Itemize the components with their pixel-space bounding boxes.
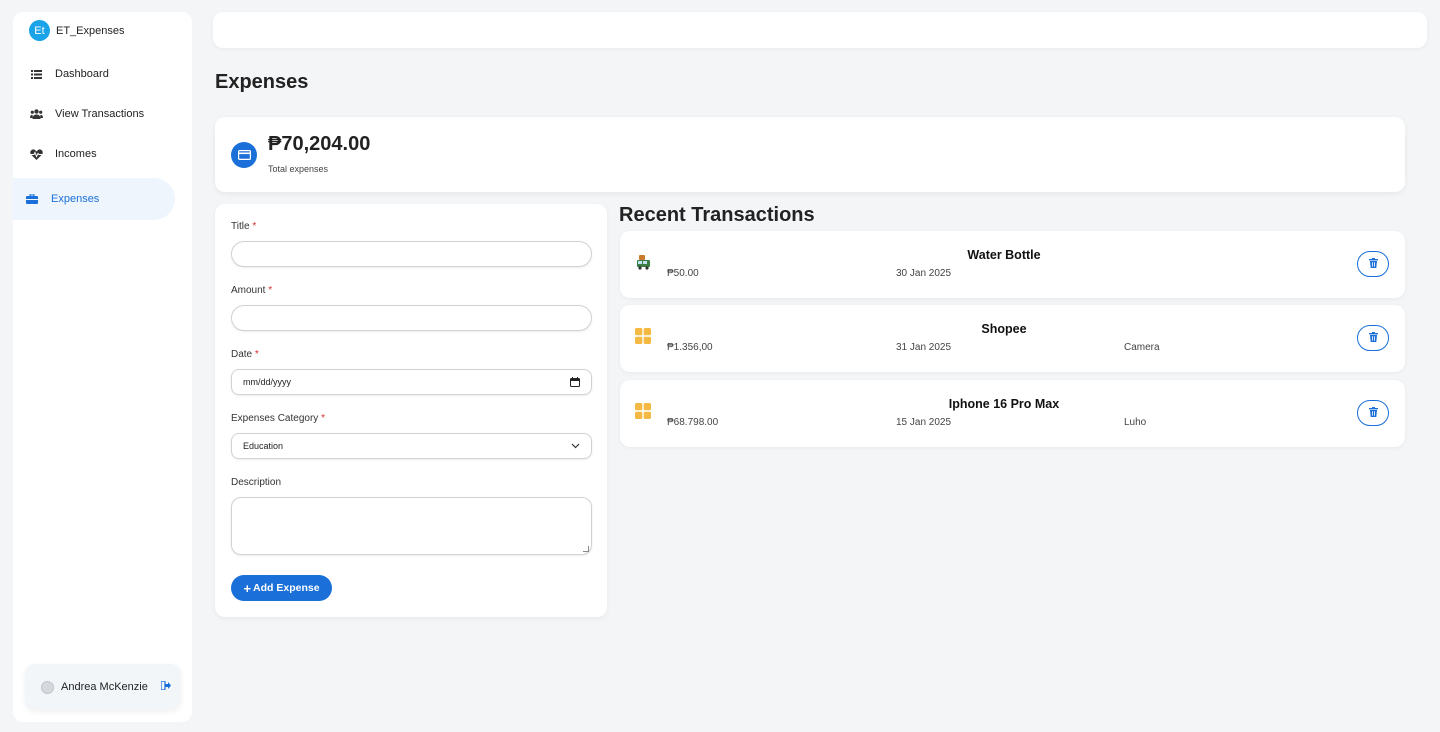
- transaction-title: Shopee: [981, 322, 1027, 336]
- briefcase-icon: [25, 192, 39, 206]
- add-expense-label: Add Expense: [253, 582, 320, 594]
- category-label-text: Expenses Category: [231, 413, 319, 424]
- transaction-title: Water Bottle: [967, 248, 1041, 262]
- heartbeat-icon: [29, 147, 43, 161]
- required-mark: *: [252, 221, 257, 232]
- sidebar-item-incomes[interactable]: Incomes: [13, 133, 175, 175]
- required-mark: *: [254, 349, 259, 360]
- transaction-date: 31 Jan 2025: [896, 342, 952, 353]
- logout-icon[interactable]: [160, 680, 171, 693]
- trash-icon: [1368, 255, 1378, 273]
- sidebar-item-label: Incomes: [55, 148, 97, 160]
- transaction-item: Iphone 16 Pro Max ₱68.798.00 15 Jan 2025…: [620, 380, 1405, 447]
- transaction-description: Luho: [1124, 417, 1147, 428]
- description-textarea[interactable]: [231, 497, 592, 555]
- list-icon: [29, 67, 43, 81]
- title-label-text: Title: [231, 221, 250, 232]
- add-expense-form: Title * Amount * Date * mm/dd/yyyy Expen…: [215, 204, 607, 617]
- required-mark: *: [268, 285, 273, 296]
- chevron-down-icon: [571, 443, 580, 449]
- total-expenses-amount: ₱70,204.00: [268, 133, 371, 155]
- title-input[interactable]: [231, 241, 592, 267]
- transaction-date: 15 Jan 2025: [896, 417, 952, 428]
- user-name: Andrea McKenzie: [61, 681, 148, 693]
- date-label-text: Date: [231, 349, 253, 360]
- delete-button[interactable]: [1357, 325, 1389, 351]
- transaction-item: Shopee ₱1.356,00 31 Jan 2025 Camera: [620, 305, 1405, 372]
- delete-button[interactable]: [1357, 251, 1389, 277]
- page-title: Expenses: [215, 71, 309, 93]
- recent-transactions-title: Recent Transactions: [619, 204, 815, 226]
- category-label: Expenses Category *: [231, 413, 325, 424]
- calendar-icon[interactable]: [570, 377, 580, 387]
- description-label: Description: [231, 477, 282, 488]
- sidebar-item-label: Expenses: [51, 193, 100, 205]
- users-icon: [29, 107, 43, 121]
- brand-name: ET_Expenses: [56, 24, 125, 37]
- transaction-title: Iphone 16 Pro Max: [948, 397, 1060, 411]
- date-placeholder: mm/dd/yyyy: [243, 377, 292, 387]
- trash-icon: [1368, 404, 1378, 422]
- credit-card-icon: [231, 142, 257, 168]
- category-select[interactable]: Education: [231, 433, 592, 459]
- transaction-item: Water Bottle ₱50.00 30 Jan 2025: [620, 231, 1405, 298]
- sidebar-item-dashboard[interactable]: Dashboard: [13, 53, 175, 95]
- date-input[interactable]: mm/dd/yyyy: [231, 369, 592, 395]
- sidebar-item-label: View Transactions: [55, 108, 145, 120]
- transaction-date: 30 Jan 2025: [896, 268, 952, 279]
- brand-logo: Et: [29, 20, 50, 41]
- add-expense-button[interactable]: + Add Expense: [231, 575, 332, 601]
- sidebar-item-label: Dashboard: [55, 68, 109, 80]
- amount-input[interactable]: [231, 305, 592, 331]
- transaction-amount: ₱50.00: [667, 268, 699, 279]
- sidebar-item-view-transactions[interactable]: View Transactions: [13, 93, 175, 135]
- required-mark: *: [321, 413, 325, 424]
- category-selected-value: Education: [243, 441, 284, 451]
- sidebar: Et ET_Expenses Dashboard View Transactio…: [13, 12, 192, 722]
- top-bar: [213, 12, 1427, 48]
- date-label: Date *: [231, 349, 259, 360]
- transaction-amount: ₱1.356,00: [667, 342, 713, 353]
- sidebar-item-expenses[interactable]: Expenses: [13, 178, 175, 220]
- transaction-amount: ₱68.798.00: [667, 417, 719, 428]
- total-expenses-label: Total expenses: [268, 164, 329, 174]
- avatar: [41, 680, 54, 694]
- amount-label-text: Amount: [231, 285, 266, 296]
- total-expenses-card: ₱70,204.00 Total expenses: [215, 117, 1405, 192]
- title-label: Title *: [231, 221, 256, 232]
- plus-icon: +: [243, 580, 252, 596]
- amount-label: Amount *: [231, 285, 272, 296]
- delete-button[interactable]: [1357, 400, 1389, 426]
- trash-icon: [1368, 329, 1378, 347]
- resize-handle[interactable]: [583, 546, 589, 552]
- transaction-description: Camera: [1124, 342, 1160, 353]
- brand[interactable]: Et ET_Expenses: [29, 20, 124, 41]
- user-profile[interactable]: Andrea McKenzie: [25, 664, 181, 710]
